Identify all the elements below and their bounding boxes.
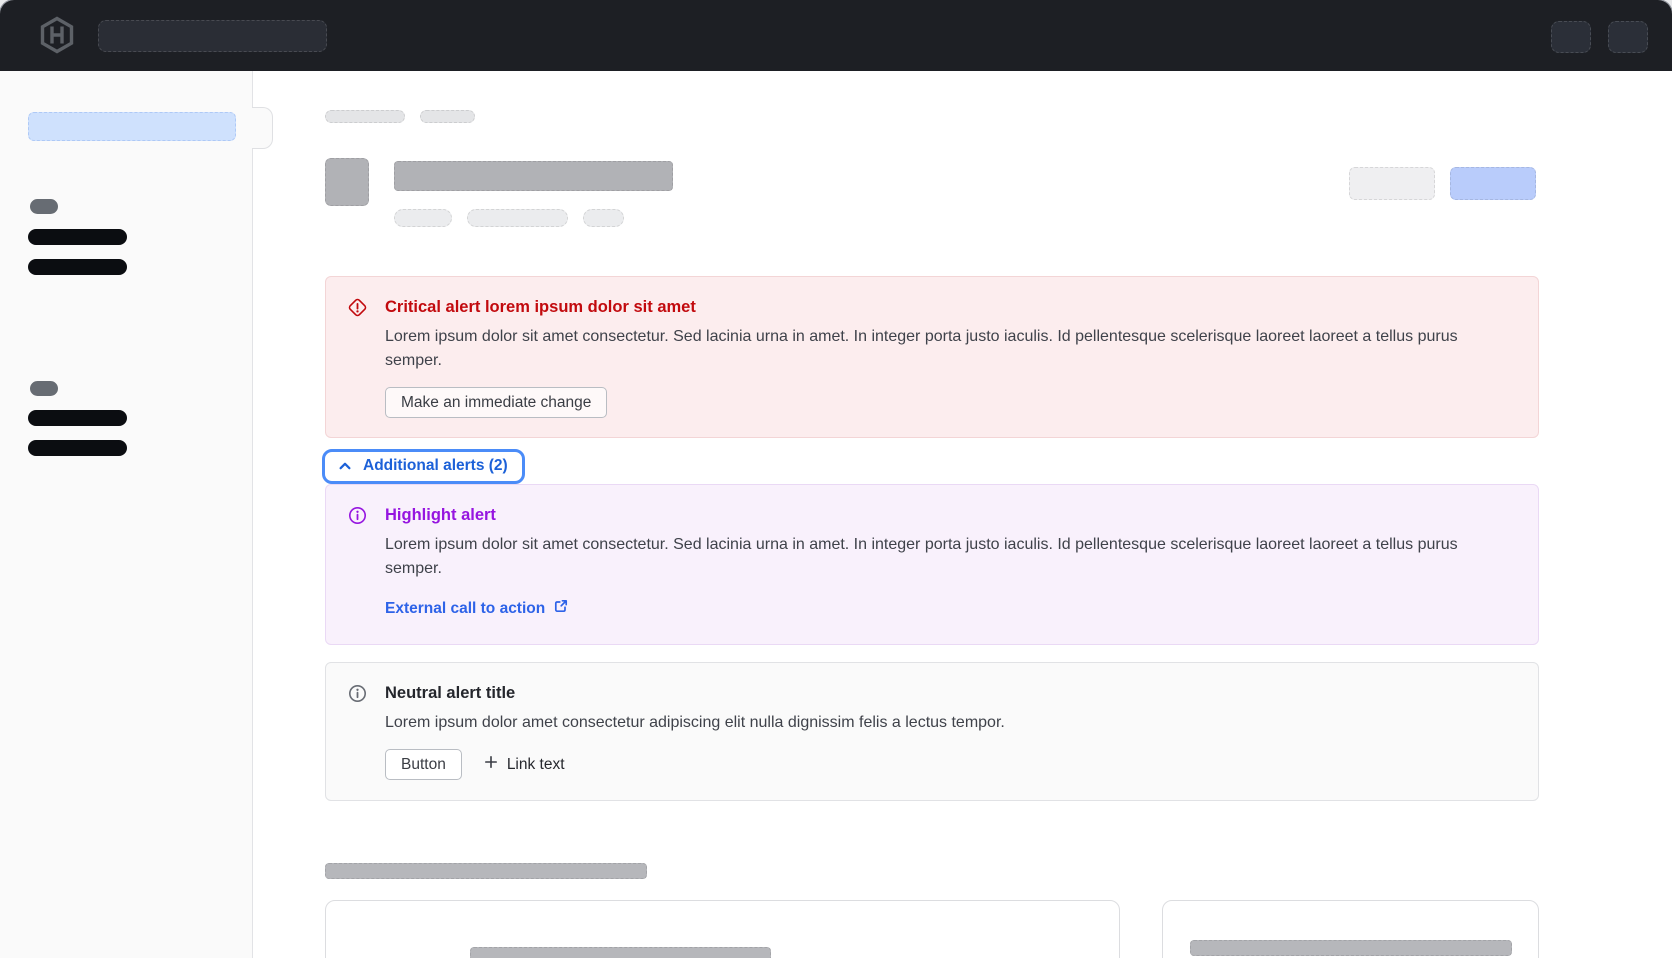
content-card-placeholder <box>1162 900 1539 958</box>
breadcrumb <box>325 110 1539 123</box>
alert-body: Lorem ipsum dolor sit amet consectetur. … <box>385 533 1514 581</box>
link-text-action[interactable]: Link text <box>484 755 565 774</box>
page-header <box>325 158 1539 227</box>
content-card-placeholder <box>325 900 1120 958</box>
page-title-placeholder <box>394 161 673 191</box>
neutral-alert-button[interactable]: Button <box>385 749 462 780</box>
nav-button-placeholder[interactable] <box>1608 21 1648 53</box>
page-icon-placeholder <box>325 158 369 206</box>
highlight-alert-banner: Highlight alert Lorem ipsum dolor sit am… <box>325 484 1539 645</box>
card-row <box>325 900 1539 958</box>
external-link-icon <box>553 598 569 619</box>
sidebar-item-placeholder[interactable] <box>28 229 127 245</box>
sidebar-flyout-handle[interactable] <box>252 107 273 149</box>
alert-body: Lorem ipsum dolor sit amet consectetur. … <box>385 325 1514 373</box>
breadcrumb-item-placeholder[interactable] <box>420 110 475 123</box>
global-search-placeholder[interactable] <box>98 20 327 52</box>
alert-diamond-icon <box>348 298 367 419</box>
badge-placeholder <box>467 209 568 227</box>
nav-button-placeholder[interactable] <box>1551 21 1591 53</box>
critical-alert-banner: Critical alert lorem ipsum dolor sit ame… <box>325 276 1539 438</box>
info-circle-icon <box>348 506 367 626</box>
page-meta-row <box>394 209 673 227</box>
neutral-alert-banner: Neutral alert title Lorem ipsum dolor am… <box>325 662 1539 801</box>
sidebar-item-placeholder[interactable] <box>28 410 127 426</box>
primary-button-placeholder[interactable] <box>1450 167 1536 200</box>
sidebar-active-item-placeholder[interactable] <box>28 112 236 141</box>
chevron-up-icon <box>337 458 353 474</box>
external-call-to-action-link[interactable]: External call to action <box>385 598 569 619</box>
sidebar <box>0 71 253 958</box>
top-navigation-bar <box>0 0 1672 71</box>
sidebar-item-placeholder[interactable] <box>28 259 127 275</box>
alert-title: Highlight alert <box>385 505 1514 526</box>
sidebar-section-label-placeholder <box>30 381 58 396</box>
breadcrumb-item-placeholder[interactable] <box>325 110 405 123</box>
card-title-placeholder <box>470 947 771 958</box>
alert-title: Neutral alert title <box>385 683 1005 704</box>
app-window: Critical alert lorem ipsum dolor sit ame… <box>0 0 1672 958</box>
badge-placeholder <box>583 209 624 227</box>
section-title-placeholder <box>325 863 647 879</box>
hashicorp-logo-icon[interactable] <box>37 15 77 55</box>
alert-title: Critical alert lorem ipsum dolor sit ame… <box>385 297 1514 318</box>
toggle-label: Additional alerts (2) <box>363 457 508 475</box>
sidebar-item-placeholder[interactable] <box>28 440 127 456</box>
sidebar-section-label-placeholder <box>30 199 58 214</box>
plus-icon <box>484 755 498 774</box>
make-immediate-change-button[interactable]: Make an immediate change <box>385 387 607 418</box>
card-title-placeholder <box>1190 940 1512 956</box>
badge-placeholder <box>394 209 452 227</box>
secondary-button-placeholder[interactable] <box>1349 167 1435 200</box>
additional-alerts-toggle[interactable]: Additional alerts (2) <box>322 449 525 484</box>
alert-body: Lorem ipsum dolor amet consectetur adipi… <box>385 711 1005 735</box>
main-content: Critical alert lorem ipsum dolor sit ame… <box>253 71 1672 958</box>
info-circle-icon <box>348 684 367 782</box>
